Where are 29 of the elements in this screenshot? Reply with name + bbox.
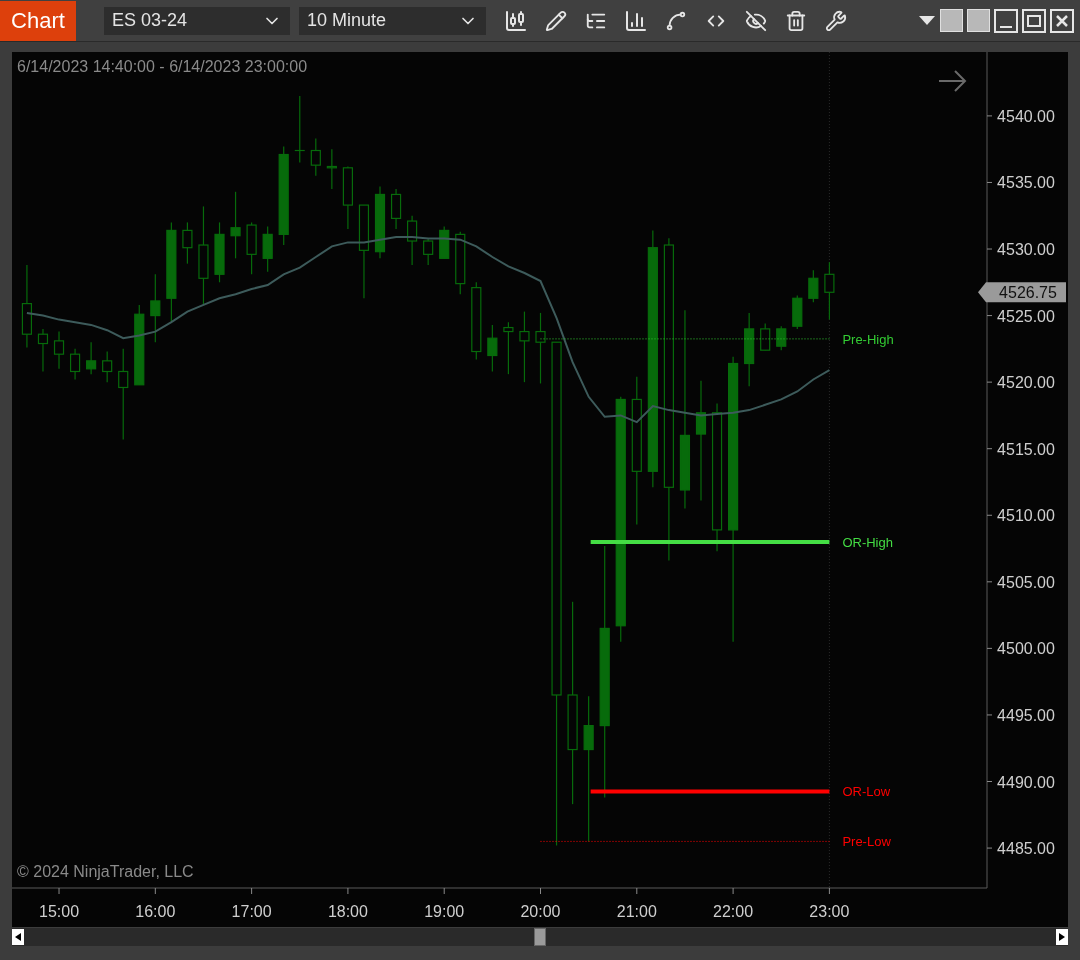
price-axis-label: 4530.00 — [997, 241, 1055, 258]
chart-title: Chart — [0, 0, 76, 41]
price-axis-label: 4535.00 — [997, 174, 1055, 192]
last-price-marker: 4526.75 — [978, 282, 1066, 303]
price-axis-label: 4540.00 — [997, 107, 1055, 125]
time-axis-label: 21:00 — [616, 903, 657, 920]
level-label: Pre-High — [842, 331, 894, 347]
time-axis-label: 20:00 — [520, 903, 561, 920]
price-axis-label: 4485.00 — [997, 840, 1055, 858]
time-axis-label: 15:00 — [39, 903, 80, 920]
time-axis-label: 16:00 — [135, 903, 176, 920]
price-axis-label: 4515.00 — [997, 440, 1055, 458]
price-axis-label: 4505.00 — [997, 573, 1055, 591]
price-axis-label: 4520.00 — [997, 374, 1055, 392]
date-range-label: 6/14/2023 14:40:00 - 6/14/2023 23:00:00 — [17, 58, 308, 75]
level-label: OR-Low — [842, 784, 891, 800]
price-axis-label: 4495.00 — [997, 706, 1055, 724]
time-axis-label: 19:00 — [424, 903, 465, 920]
time-axis-label: 23:00 — [809, 903, 850, 920]
time-axis-label: 22:00 — [713, 903, 754, 920]
time-axis-label: 17:00 — [231, 903, 272, 920]
level-label: Pre-Low — [842, 834, 891, 850]
price-axis-label: 4525.00 — [997, 307, 1055, 325]
time-axis-label: 18:00 — [327, 903, 368, 920]
price-axis-label: 4490.00 — [997, 773, 1055, 791]
price-axis-label: 4500.00 — [997, 640, 1055, 658]
price-axis-label: 4510.00 — [997, 507, 1055, 525]
copyright-label: © 2024 NinjaTrader, LLC — [17, 863, 194, 880]
level-label: OR-High — [842, 534, 893, 550]
